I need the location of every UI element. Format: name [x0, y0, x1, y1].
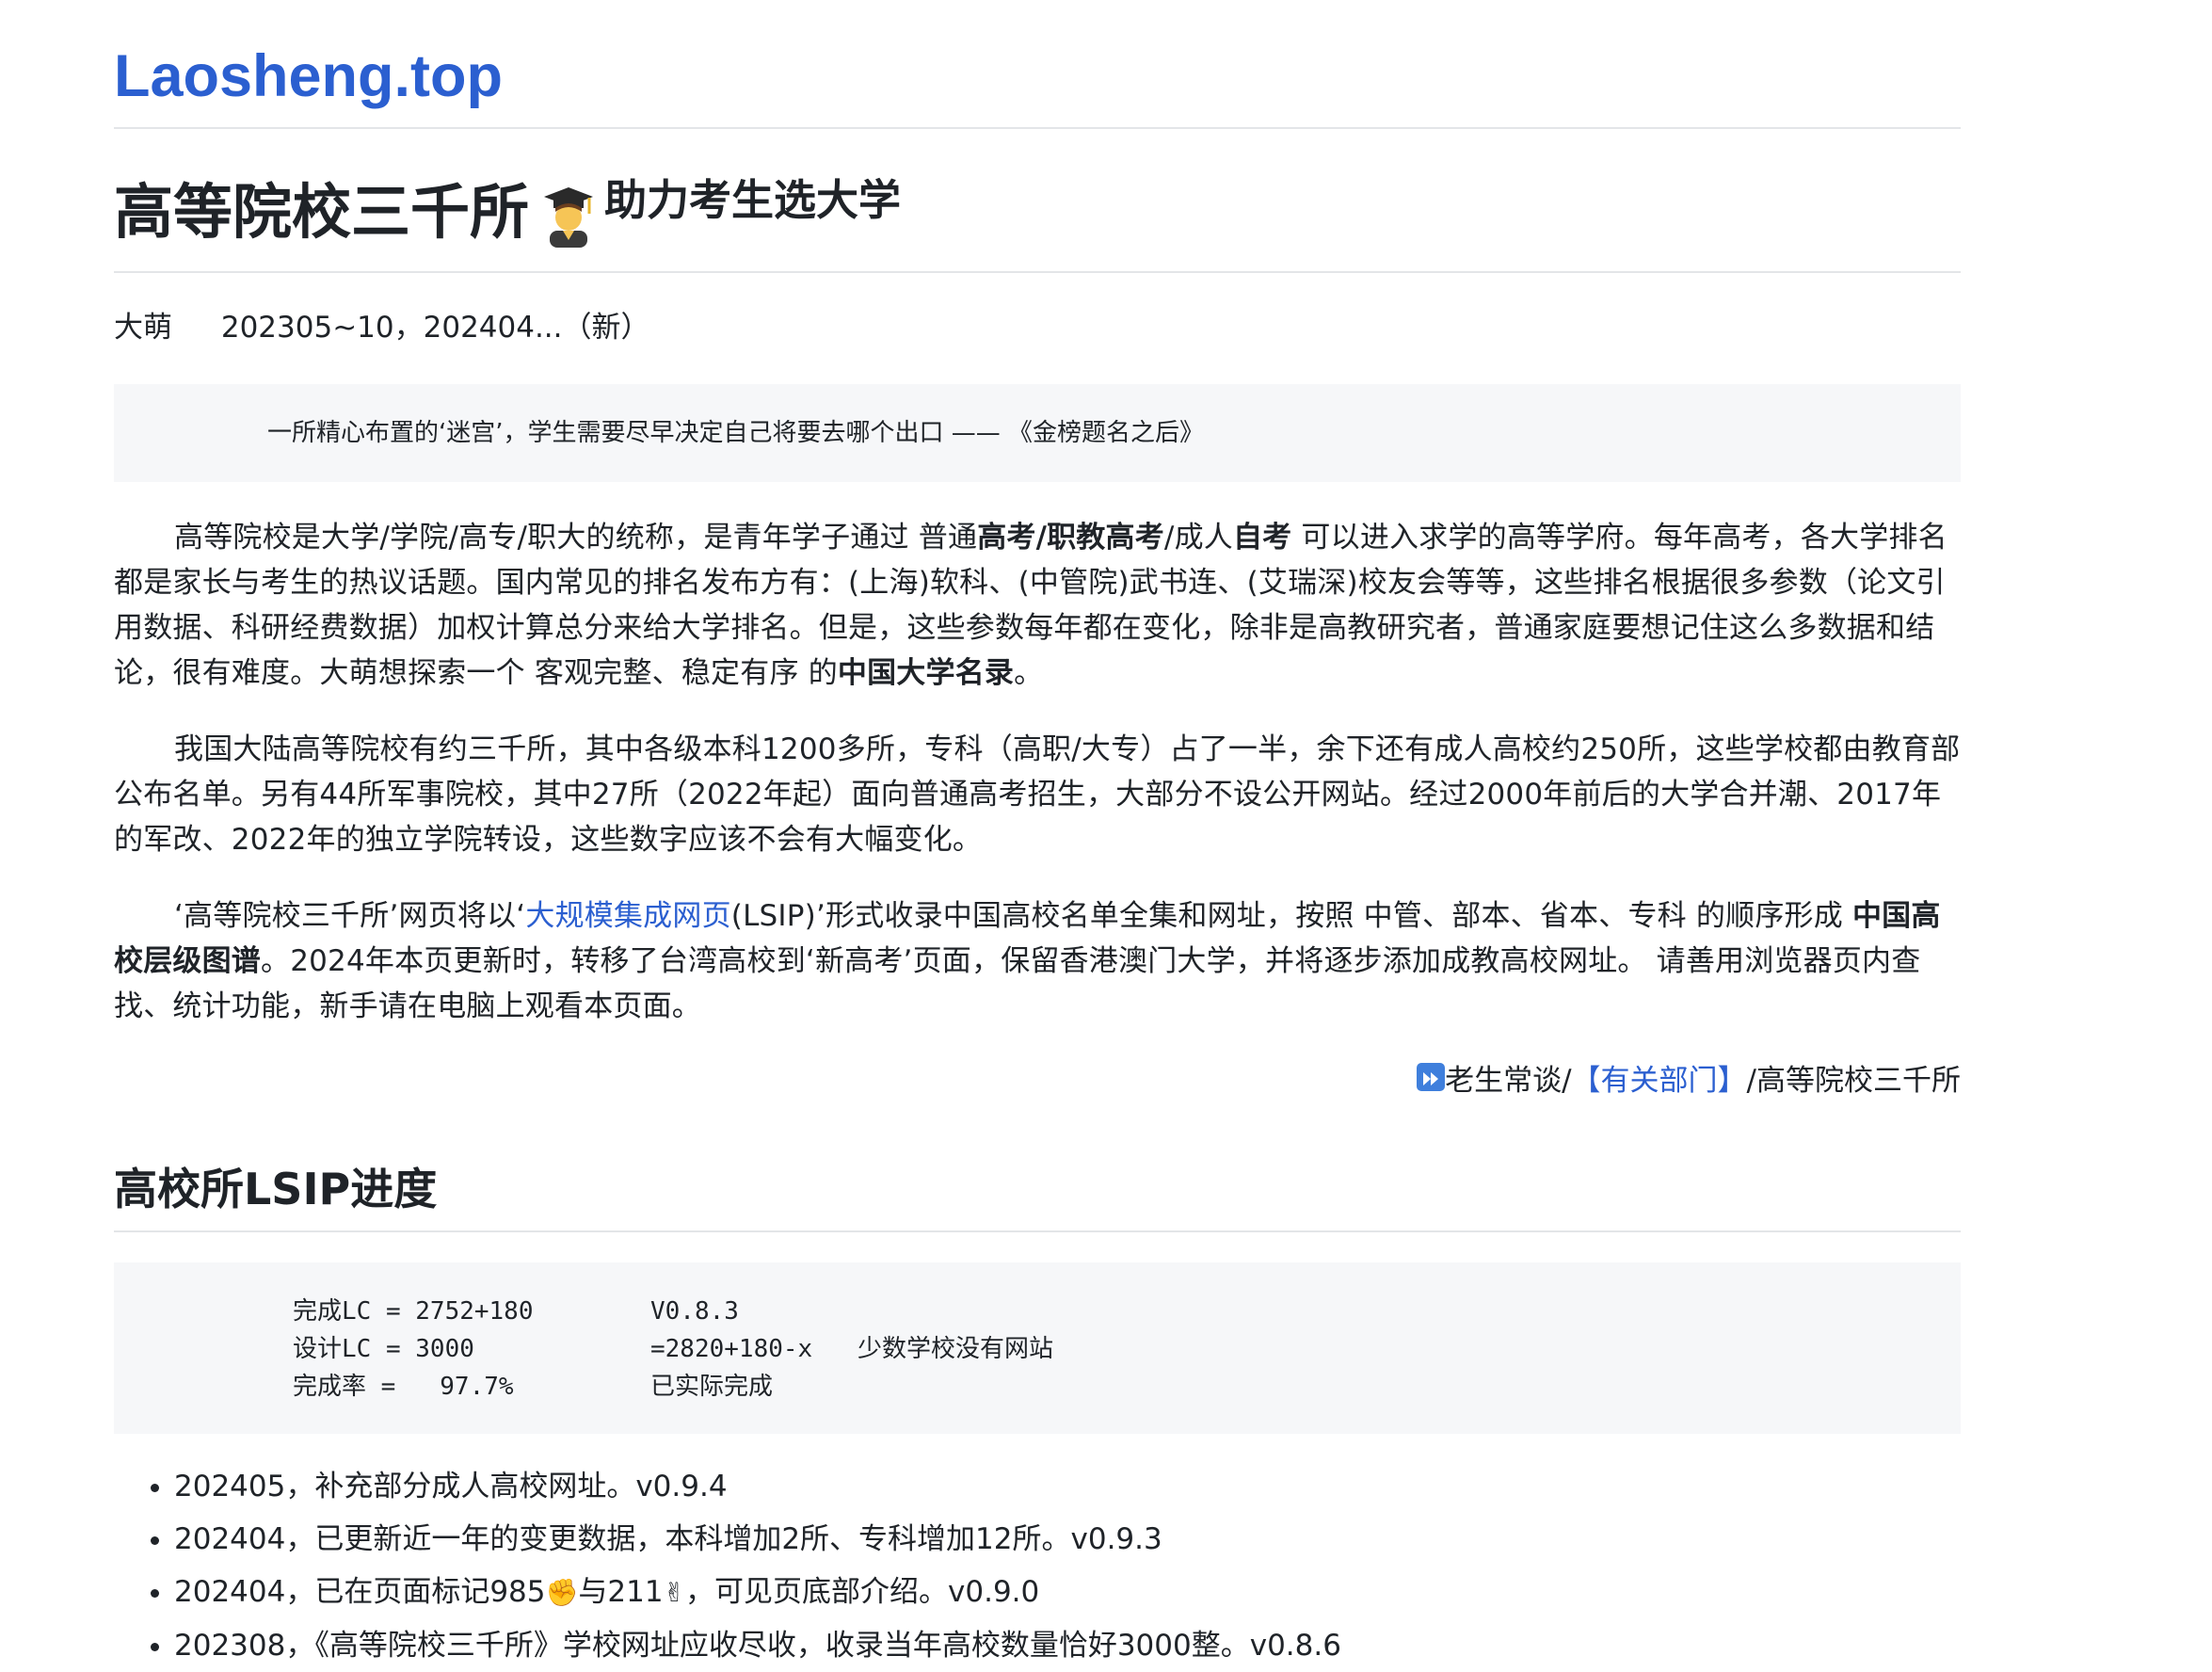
lsip-link[interactable]: 大规模集成网页: [525, 899, 730, 933]
code-row: 设计LC = 3000 =2820+180-x 少数学校没有网站: [293, 1330, 1961, 1368]
page-title-text: 高等院校三千所: [114, 178, 529, 247]
raised-fist-icon: ✊: [545, 1577, 579, 1608]
dates: 202305~10，202404...（新）: [220, 311, 650, 345]
text: /成人: [1163, 521, 1233, 555]
text: 与211: [578, 1575, 664, 1609]
page: Laosheng.top 高等院校三千所 助力考生选大学 大萌 202305~1…: [114, 0, 1961, 1672]
list-item: 202404，已更新近一年的变更数据，本科增加2所、专科增加12所。v0.9.3: [174, 1513, 1961, 1566]
quote-text: 一所精心布置的‘迷宫’，学生需要尽早决定自己将要去哪个出口 —— 《金榜题名之后…: [267, 419, 1205, 447]
code-cell: 完成LC = 2752+180: [293, 1297, 534, 1326]
text: 高等院校是大学/学院/高专/职大的统称，是青年学子通过 普通: [174, 521, 978, 555]
text: 。: [1014, 656, 1044, 690]
quote-block: 一所精心布置的‘迷宫’，学生需要尽早决定自己将要去哪个出口 —— 《金榜题名之后…: [114, 384, 1961, 482]
divider: [114, 127, 1961, 129]
code-cell: =2820+180-x: [650, 1335, 813, 1363]
stats-paragraph: 我国大陆高等院校有约三千所，其中各级本科1200多所，专科（高职/大专）占了一半…: [114, 732, 1961, 857]
code-row: 完成率 = 97.7% 已实际完成: [293, 1368, 1961, 1406]
list-item: 202405，补充部分成人高校网址。v0.9.4: [174, 1460, 1961, 1513]
breadcrumb-current: /高等院校三千所: [1746, 1064, 1961, 1098]
code-cell: V0.8.3: [650, 1297, 739, 1326]
code-cell: 设计LC = 3000: [293, 1335, 474, 1363]
victory-hand-icon: ✌: [663, 1577, 686, 1608]
code-cell: 少数学校没有网站: [858, 1335, 1054, 1363]
divider: [114, 1230, 1961, 1232]
page-meta: 大萌 202305~10，202404...（新）: [114, 307, 1961, 348]
text: ，可见页底部介绍。v0.9.0: [685, 1575, 1040, 1609]
divider: [114, 271, 1961, 273]
bold-text: 高考/职教高考: [977, 521, 1164, 555]
author: 大萌: [114, 311, 172, 345]
list-item: 202308，《高等院校三千所》学校网址应收尽收，收录当年高校数量恰好3000整…: [174, 1619, 1961, 1672]
list-item: 202404，已在页面标记985✊与211✌，可见页底部介绍。v0.9.0: [174, 1566, 1961, 1619]
breadcrumb-link-departments[interactable]: 【有关部门】: [1572, 1064, 1747, 1098]
page-title: 高等院校三千所 助力考生选大学: [114, 173, 1961, 252]
text: (LSIP)’形式收录中国高校名单全集和网址，按照 中管、部本、省本、专科 的顺…: [730, 899, 1852, 933]
code-row: 完成LC = 2752+180 V0.8.3: [293, 1293, 1961, 1330]
text: 202404，已在页面标记985: [174, 1575, 546, 1609]
code-cell: 完成率 = 97.7%: [293, 1373, 514, 1401]
intro-paragraph: 高等院校是大学/学院/高专/职大的统称，是青年学子通过 普通高考/职教高考/成人…: [114, 515, 1961, 696]
changelog-list: 202405，补充部分成人高校网址。v0.9.4 202404，已更新近一年的变…: [114, 1460, 1961, 1672]
lsip-paragraph: ‘高等院校三千所’网页将以‘大规模集成网页(LSIP)’形式收录中国高校名单全集…: [114, 893, 1961, 1029]
site-title-link[interactable]: Laosheng.top: [114, 39, 503, 114]
page-subtitle: 助力考生选大学: [604, 175, 902, 225]
breadcrumb-item: 老生常谈/: [1445, 1064, 1572, 1098]
code-cell: 已实际完成: [650, 1373, 774, 1401]
text: ‘高等院校三千所’网页将以‘: [174, 899, 526, 933]
bold-text: 中国大学名录: [837, 656, 1015, 690]
bold-text: 自考: [1232, 521, 1292, 555]
breadcrumb: 老生常谈/【有关部门】/高等院校三千所: [114, 1060, 1961, 1101]
text: 。2024年本页更新时，转移了台湾高校到‘新高考’页面，保留香港澳门大学，并将逐…: [114, 944, 1921, 1023]
fast-forward-icon: [1417, 1063, 1446, 1091]
progress-code-block: 完成LC = 2752+180 V0.8.3 设计LC = 3000 =2820+18…: [114, 1262, 1961, 1434]
section-heading: 高校所LSIP进度: [114, 1164, 438, 1214]
graduate-student-icon: [542, 182, 595, 248]
